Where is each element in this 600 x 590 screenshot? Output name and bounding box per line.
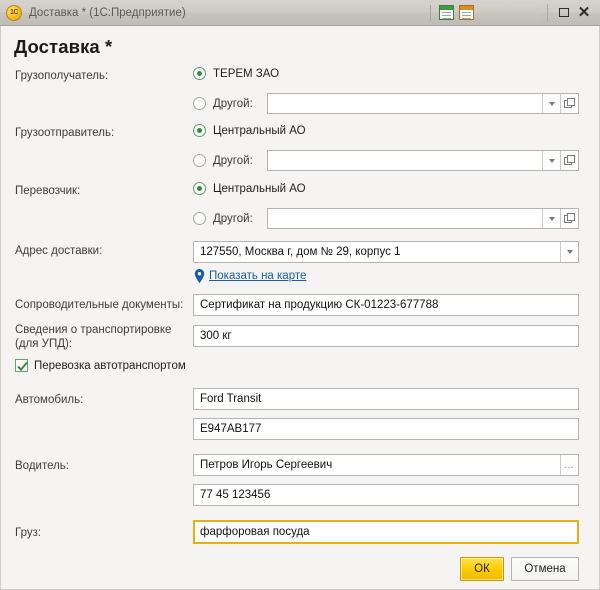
select-driver-icon[interactable]: … [560, 455, 578, 475]
spreadsheet-orange-icon[interactable] [459, 5, 474, 20]
radio-dot-icon [193, 67, 206, 80]
chevron-down-icon[interactable] [542, 94, 560, 113]
consignee-other-radio[interactable]: Другой: [193, 97, 253, 110]
delivery-address-value: 127550, Москва г, дом № 29, корпус 1 [200, 246, 401, 258]
vehicle-plate-value: E947AB177 [200, 423, 262, 435]
carrier-other-label: Другой: [213, 212, 253, 225]
delivery-address-input[interactable]: 127550, Москва г, дом № 29, корпус 1 [193, 241, 579, 263]
documents-input[interactable]: Сертификат на продукцию СК-01223-677788 [193, 294, 579, 316]
titlebar-disabled-controls [479, 5, 541, 20]
cargo-value: фарфоровая посуда [200, 526, 310, 538]
consignor-label: Грузоотправитель: [15, 127, 115, 139]
ok-button[interactable]: ОК [460, 557, 504, 581]
restore-icon[interactable] [554, 3, 574, 23]
vehicle-input[interactable]: Ford Transit [193, 388, 579, 410]
cancel-button[interactable]: Отмена [511, 557, 579, 581]
consignor-other-input[interactable] [267, 150, 579, 171]
delivery-dialog-window: Доставка * (1С:Предприятие) ✕ Доставка *… [0, 0, 600, 590]
documents-value: Сертификат на продукцию СК-01223-677788 [200, 299, 439, 311]
1c-logo-icon [6, 4, 22, 21]
road-transport-label: Перевозка автотранспортом [34, 359, 186, 372]
radio-dot-icon [193, 124, 206, 137]
window-titlebar: Доставка * (1С:Предприятие) ✕ [0, 0, 600, 26]
consignee-other-input[interactable] [267, 93, 579, 114]
delivery-address-label: Адрес доставки: [15, 245, 103, 257]
transport-info-value: 300 кг [200, 330, 232, 342]
transport-info-input[interactable]: 300 кг [193, 325, 579, 347]
spreadsheet-green-icon[interactable] [439, 5, 454, 20]
driver-label: Водитель: [15, 460, 69, 472]
toolbar-separator [430, 4, 431, 21]
carrier-label: Перевозчик: [15, 185, 81, 197]
documents-label: Сопроводительные документы: [15, 299, 184, 311]
consignee-primary-label: ТЕРЕМ ЗАО [213, 67, 280, 80]
consignor-other-label: Другой: [213, 154, 253, 167]
consignor-other-radio[interactable]: Другой: [193, 154, 253, 167]
road-transport-checkbox[interactable]: Перевозка автотранспортом [15, 359, 186, 372]
window-controls-separator [547, 3, 548, 22]
vehicle-plate-input[interactable]: E947AB177 [193, 418, 579, 440]
driver-value: Петров Игорь Сергеевич [200, 459, 333, 471]
carrier-primary-radio[interactable]: Центральный АО [193, 182, 306, 195]
cargo-label: Груз: [15, 527, 42, 539]
vehicle-value: Ford Transit [200, 393, 262, 405]
window-title: Доставка * (1С:Предприятие) [29, 6, 186, 19]
close-icon[interactable]: ✕ [574, 3, 594, 23]
vehicle-label: Автомобиль: [15, 394, 84, 406]
driver-license-input[interactable]: 77 45 123456 [193, 484, 579, 506]
carrier-other-input[interactable] [267, 208, 579, 229]
page-title: Доставка * [14, 36, 113, 57]
driver-input[interactable]: Петров Игорь Сергеевич … [193, 454, 579, 476]
transport-info-label-line1: Сведения о транспортировке [15, 324, 172, 336]
open-list-icon[interactable] [560, 151, 578, 170]
map-pin-icon [194, 269, 205, 283]
consignee-primary-radio[interactable]: ТЕРЕМ ЗАО [193, 67, 279, 80]
titlebar-tools [427, 4, 541, 21]
chevron-down-icon[interactable] [542, 151, 560, 170]
consignee-other-label: Другой: [213, 97, 253, 110]
show-on-map-label: Показать на карте [209, 270, 307, 282]
consignor-primary-radio[interactable]: Центральный АО [193, 124, 306, 137]
consignor-primary-label: Центральный АО [213, 124, 306, 137]
driver-license-value: 77 45 123456 [200, 489, 271, 501]
show-on-map-link[interactable]: Показать на карте [194, 269, 306, 283]
open-list-icon[interactable] [560, 94, 578, 113]
dialog-body: Доставка * Грузополучатель: ТЕРЕМ ЗАО Др… [0, 26, 600, 590]
carrier-other-radio[interactable]: Другой: [193, 212, 253, 225]
consignee-label: Грузополучатель: [15, 70, 109, 82]
carrier-primary-label: Центральный АО [213, 182, 306, 195]
open-list-icon[interactable] [560, 209, 578, 228]
chevron-down-icon[interactable] [542, 209, 560, 228]
chevron-down-icon[interactable] [560, 242, 578, 262]
radio-dot-icon [193, 97, 206, 110]
radio-dot-icon [193, 154, 206, 167]
checkmark-icon [15, 359, 28, 372]
radio-dot-icon [193, 182, 206, 195]
transport-info-label-line2: (для УПД): [15, 338, 73, 350]
cargo-input[interactable]: фарфоровая посуда [193, 520, 579, 544]
radio-dot-icon [193, 212, 206, 225]
